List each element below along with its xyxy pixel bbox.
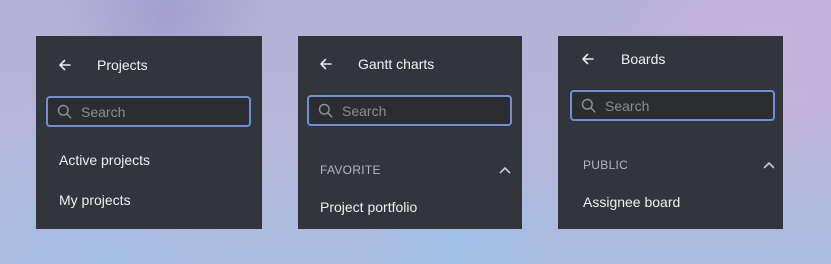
chevron-up-icon[interactable] [762, 158, 776, 172]
panel-header: Boards [558, 47, 783, 71]
search-icon [56, 104, 72, 120]
boards-panel: Boards PUBLIC Assignee board [558, 36, 783, 229]
projects-panel: Projects Active projects My projects [36, 36, 262, 229]
search-box[interactable] [307, 95, 512, 126]
search-box[interactable] [46, 96, 251, 127]
search-input[interactable] [342, 102, 492, 119]
panel-header: Projects [36, 53, 262, 77]
panel-title: Projects [97, 57, 148, 73]
search-input[interactable] [605, 97, 755, 114]
nav-item-my-projects[interactable]: My projects [59, 192, 131, 208]
arrow-left-icon[interactable] [318, 56, 334, 72]
section-heading-public: PUBLIC [583, 158, 629, 172]
arrow-left-icon[interactable] [57, 57, 73, 73]
search-icon [580, 98, 596, 114]
section-heading-favorite: FAVORITE [320, 163, 381, 177]
arrow-left-icon[interactable] [580, 51, 596, 67]
search-icon [317, 103, 333, 119]
panel-title: Boards [621, 51, 666, 67]
nav-item-project-portfolio[interactable]: Project portfolio [320, 199, 417, 215]
nav-item-assignee-board[interactable]: Assignee board [583, 194, 680, 210]
chevron-up-icon[interactable] [498, 163, 512, 177]
panel-title: Gantt charts [358, 56, 435, 72]
gantt-charts-panel: Gantt charts FAVORITE Project portfolio [298, 36, 522, 229]
search-box[interactable] [570, 90, 775, 121]
nav-item-active-projects[interactable]: Active projects [59, 152, 150, 168]
search-input[interactable] [81, 103, 231, 120]
panel-header: Gantt charts [298, 52, 522, 76]
